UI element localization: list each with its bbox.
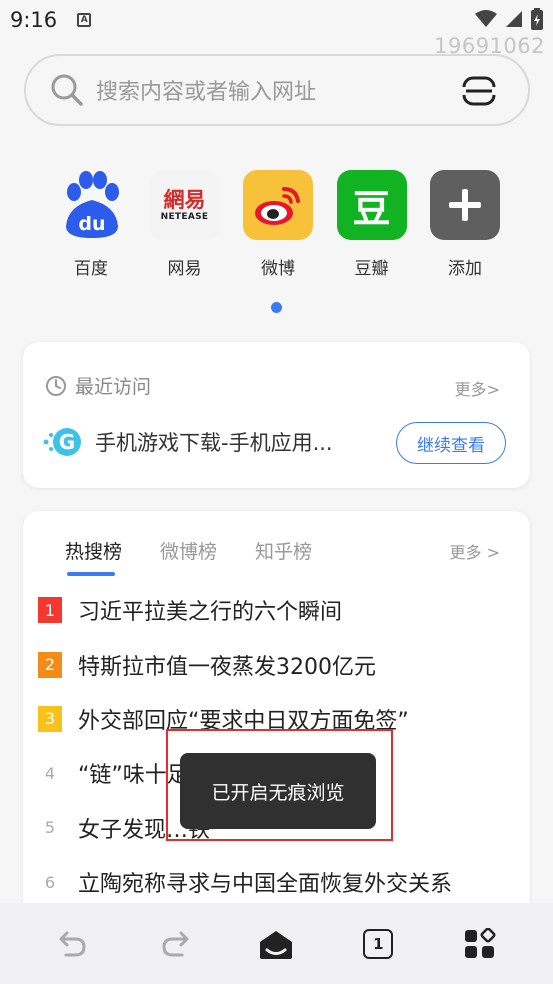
back-arrow-icon	[59, 931, 86, 956]
back-button[interactable]	[43, 914, 103, 974]
rank-badge: 2	[38, 651, 62, 678]
site-favicon-icon: G	[43, 428, 81, 456]
rank-number: 4	[44, 763, 56, 783]
home-icon	[260, 930, 293, 959]
search-icon	[51, 74, 83, 106]
hot-tabs: 热搜榜 微博榜 知乎榜	[65, 537, 312, 576]
weibo-icon	[243, 170, 313, 240]
forward-button[interactable]	[145, 914, 205, 974]
apps-menu-icon	[465, 927, 496, 958]
hot-search-card: 热搜榜 微博榜 知乎榜 更多 > 1 习近平拉美之行的六个瞬间 2 特斯拉市值一…	[23, 511, 530, 931]
shortcut-netease[interactable]: 網易 NETEASE 网易	[149, 170, 220, 279]
douban-icon: 豆	[336, 170, 407, 240]
recent-visits-card: 最近访问 更多> G 手机游戏下载-手机应用... 继续查看	[23, 342, 530, 488]
tab-zhihu[interactable]: 知乎榜	[255, 537, 312, 564]
tab-weibo[interactable]: 微博榜	[160, 537, 217, 564]
list-item[interactable]: 1 习近平拉美之行的六个瞬间	[38, 583, 518, 637]
tab-hot-search[interactable]: 热搜榜	[65, 537, 122, 576]
wifi-icon	[475, 10, 497, 27]
status-icons	[475, 8, 543, 30]
hot-item-title: 外交部回应“要求中日双方面免签”	[78, 708, 409, 734]
shortcut-grid: du 百度 網易 NETEASE 网易 微博 豆 豆瓣 添加	[56, 170, 500, 279]
continue-button[interactable]: 继续查看	[396, 422, 506, 464]
shortcut-label: 添加	[448, 259, 482, 279]
recent-item-title: 手机游戏下载-手机应用...	[95, 431, 333, 455]
battery-icon	[531, 8, 543, 30]
rank-number: 6	[44, 872, 56, 892]
forward-arrow-icon	[162, 931, 189, 956]
home-button[interactable]	[246, 914, 306, 974]
recent-more-link[interactable]: 更多>	[455, 376, 500, 400]
shortcut-weibo[interactable]: 微博	[243, 170, 313, 279]
baidu-icon: du	[56, 170, 126, 240]
hot-more-link[interactable]: 更多 >	[450, 539, 501, 563]
hot-item-title: 特斯拉市值一夜蒸发3200亿元	[78, 654, 376, 680]
recent-header: 最近访问	[45, 372, 151, 399]
shortcut-label: 百度	[74, 259, 108, 279]
hot-item-title: 立陶宛称寻求与中国全面恢复外交关系	[78, 872, 453, 898]
tabs-button[interactable]: 1	[348, 914, 408, 974]
shortcut-baidu[interactable]: du 百度	[56, 170, 126, 279]
douban-logo-text: 豆	[352, 186, 391, 231]
hot-item-title: “链”味十足	[78, 763, 189, 789]
recent-title: 最近访问	[75, 376, 152, 398]
page-indicator-dot	[271, 302, 282, 313]
shortcut-douban[interactable]: 豆 豆瓣	[336, 170, 407, 279]
svg-text:du: du	[78, 213, 105, 235]
rank-badge: 1	[38, 597, 62, 624]
list-item[interactable]: 3 外交部回应“要求中日双方面免签”	[38, 692, 518, 746]
shortcut-add[interactable]: 添加	[430, 170, 500, 279]
clock-icon	[46, 375, 66, 396]
search-input[interactable]: 搜索内容或者输入网址	[96, 74, 316, 106]
rank-badge: 3	[38, 705, 62, 732]
search-bar[interactable]: 搜索内容或者输入网址	[24, 54, 530, 126]
list-item[interactable]: 2 特斯拉市值一夜蒸发3200亿元	[38, 637, 518, 691]
bottom-nav: 1	[0, 903, 553, 984]
scan-icon[interactable]	[462, 76, 496, 106]
netease-icon: 網易 NETEASE	[149, 170, 220, 240]
status-time: 9:16	[10, 8, 58, 32]
hot-list: 1 习近平拉美之行的六个瞬间 2 特斯拉市值一夜蒸发3200亿元 3 外交部回应…	[38, 583, 518, 909]
shortcut-label: 豆瓣	[354, 259, 389, 279]
tab-count-icon: 1	[363, 928, 394, 959]
notification-icon: A	[77, 13, 92, 27]
signal-icon	[506, 11, 522, 27]
incognito-toast: 已开启无痕浏览	[180, 753, 376, 829]
recent-item[interactable]: G 手机游戏下载-手机应用...	[43, 424, 333, 460]
menu-button[interactable]	[450, 914, 510, 974]
shortcut-label: 网易	[167, 259, 202, 279]
svg-text:G: G	[59, 430, 75, 454]
list-item[interactable]: 6 立陶宛称寻求与中国全面恢复外交关系	[38, 855, 518, 909]
netease-logo-sub: NETEASE	[160, 212, 209, 222]
add-icon	[430, 170, 500, 240]
hot-item-title: 习近平拉美之行的六个瞬间	[78, 600, 343, 626]
shortcut-label: 微博	[261, 259, 295, 279]
rank-number: 5	[44, 818, 56, 838]
netease-logo-text: 網易	[163, 188, 206, 212]
